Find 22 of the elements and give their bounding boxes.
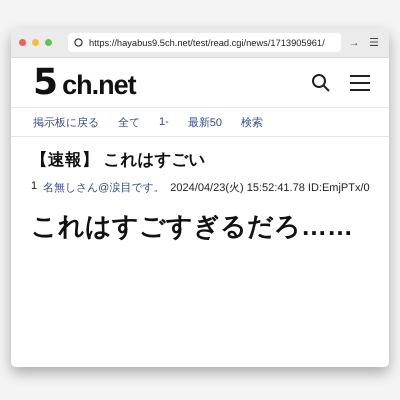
post-number: 1 <box>31 180 38 194</box>
poster-name[interactable]: 名無しさん@涙目です。 <box>43 180 164 195</box>
circle-icon <box>74 38 83 47</box>
search-icon[interactable] <box>311 72 331 92</box>
menu-icon[interactable] <box>349 74 371 92</box>
address-bar[interactable]: https://hayabus9.5ch.net/test/read.cgi/news/1713905961/ <box>68 33 341 52</box>
nav-link[interactable]: 全て <box>118 114 140 130</box>
url-text: https://hayabus9.5ch.net/test/read.cgi/news/1713905961/ <box>89 38 325 48</box>
forward-button[interactable]: → <box>347 36 361 48</box>
maximize-icon[interactable] <box>45 39 52 46</box>
minimize-icon[interactable] <box>32 39 39 46</box>
post-body: これはすごすぎるだろ…… <box>31 210 354 243</box>
close-icon[interactable] <box>19 39 26 46</box>
nav-link[interactable]: 掲示板に戻る <box>33 114 99 130</box>
nav-link[interactable]: 最新50 <box>188 114 222 130</box>
logo-mark[interactable]: 5 <box>33 64 58 100</box>
nav-link[interactable]: 検索 <box>241 114 264 130</box>
thread-title: 【速報】 これはすごい <box>31 150 207 171</box>
nav-link[interactable]: 1- <box>159 116 169 128</box>
menu-button[interactable]: ☰ <box>367 36 381 49</box>
post-meta: 2024/04/23(火) 15:52:41.78 ID:EmjPTx/0 <box>170 181 370 195</box>
logo-text[interactable]: ch.net <box>62 72 136 98</box>
